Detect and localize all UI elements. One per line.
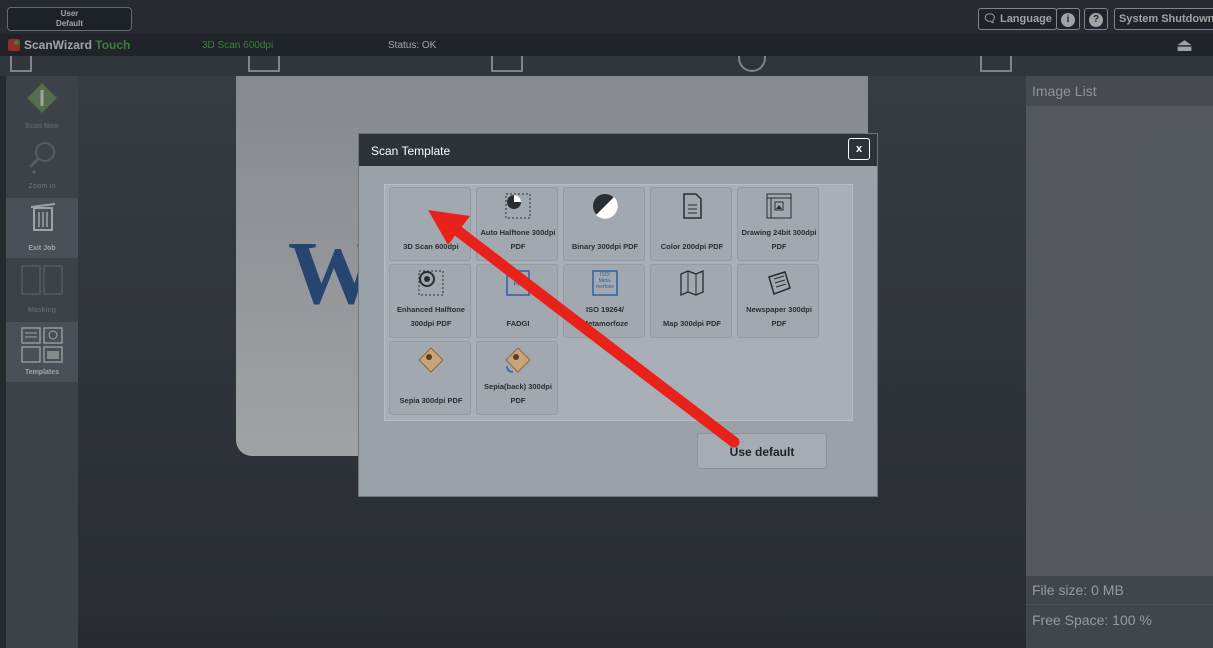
template-grid: 3D Scan 600dpi Auto Halftone 300dpi PDF … bbox=[384, 184, 853, 421]
template-tile[interactable]: Auto Halftone 300dpi PDF bbox=[476, 187, 558, 261]
template-tile[interactable]: Enhanced Halftone 300dpi PDF bbox=[389, 264, 471, 338]
template-tile[interactable]: ISO/ Meta- morfoze ISO 19264/ Metamorfoz… bbox=[563, 264, 645, 338]
fadgi-icon: FA bbox=[506, 270, 530, 296]
template-tile[interactable]: Sepia(back) 300dpi PDF bbox=[476, 341, 558, 415]
halftone-icon bbox=[505, 193, 531, 219]
template-label: Newspaper 300dpi PDF bbox=[746, 305, 812, 328]
template-tile[interactable]: Drawing 24bit 300dpi PDF bbox=[737, 187, 819, 261]
template-tile[interactable]: FA FADGI bbox=[476, 264, 558, 338]
binary-icon bbox=[593, 194, 618, 219]
template-tile[interactable]: Map 300dpi PDF bbox=[650, 264, 732, 338]
template-label: Enhanced Halftone 300dpi PDF bbox=[397, 305, 465, 328]
template-tile[interactable]: Newspaper 300dpi PDF bbox=[737, 264, 819, 338]
scan-template-dialog: Scan Template x 3D Scan 600dpi Auto Half… bbox=[358, 133, 878, 497]
iso-icon-text: ISO/ Meta- morfoze bbox=[595, 272, 615, 290]
sepia-back-icon bbox=[505, 347, 531, 373]
template-tile[interactable]: 3D Scan 600dpi bbox=[389, 187, 471, 261]
scanwizard-window: User Default 🗨 Language i ? System Shutdo… bbox=[0, 0, 1213, 648]
template-label: Auto Halftone 300dpi PDF bbox=[480, 228, 556, 251]
document-icon bbox=[683, 193, 702, 219]
template-label: 3D Scan 600dpi bbox=[403, 242, 459, 251]
template-tile[interactable]: Sepia 300dpi PDF bbox=[389, 341, 471, 415]
template-label: Sepia 300dpi PDF bbox=[399, 396, 463, 405]
template-label: Map 300dpi PDF bbox=[663, 319, 721, 328]
template-tile[interactable]: Color 200dpi PDF bbox=[650, 187, 732, 261]
template-label: FADGI bbox=[506, 319, 530, 328]
fadgi-icon-text: FA bbox=[514, 281, 523, 288]
dialog-title: Scan Template bbox=[371, 144, 451, 158]
close-button[interactable]: x bbox=[848, 138, 870, 160]
template-label: ISO 19264/ Metamorfoze bbox=[581, 305, 629, 328]
dialog-header: Scan Template x bbox=[359, 134, 877, 166]
sepia-icon bbox=[418, 347, 444, 373]
template-tile[interactable]: Binary 300dpi PDF bbox=[563, 187, 645, 261]
drawing-icon bbox=[766, 193, 792, 219]
newspaper-icon bbox=[768, 271, 791, 295]
template-label: Color 200dpi PDF bbox=[660, 242, 724, 251]
use-default-button[interactable]: Use default bbox=[697, 433, 827, 469]
template-label: Drawing 24bit 300dpi PDF bbox=[741, 228, 817, 251]
template-label: Sepia(back) 300dpi PDF bbox=[484, 382, 552, 405]
template-label: Binary 300dpi PDF bbox=[571, 242, 639, 251]
enhanced-halftone-icon bbox=[418, 270, 444, 296]
map-icon bbox=[680, 270, 704, 296]
